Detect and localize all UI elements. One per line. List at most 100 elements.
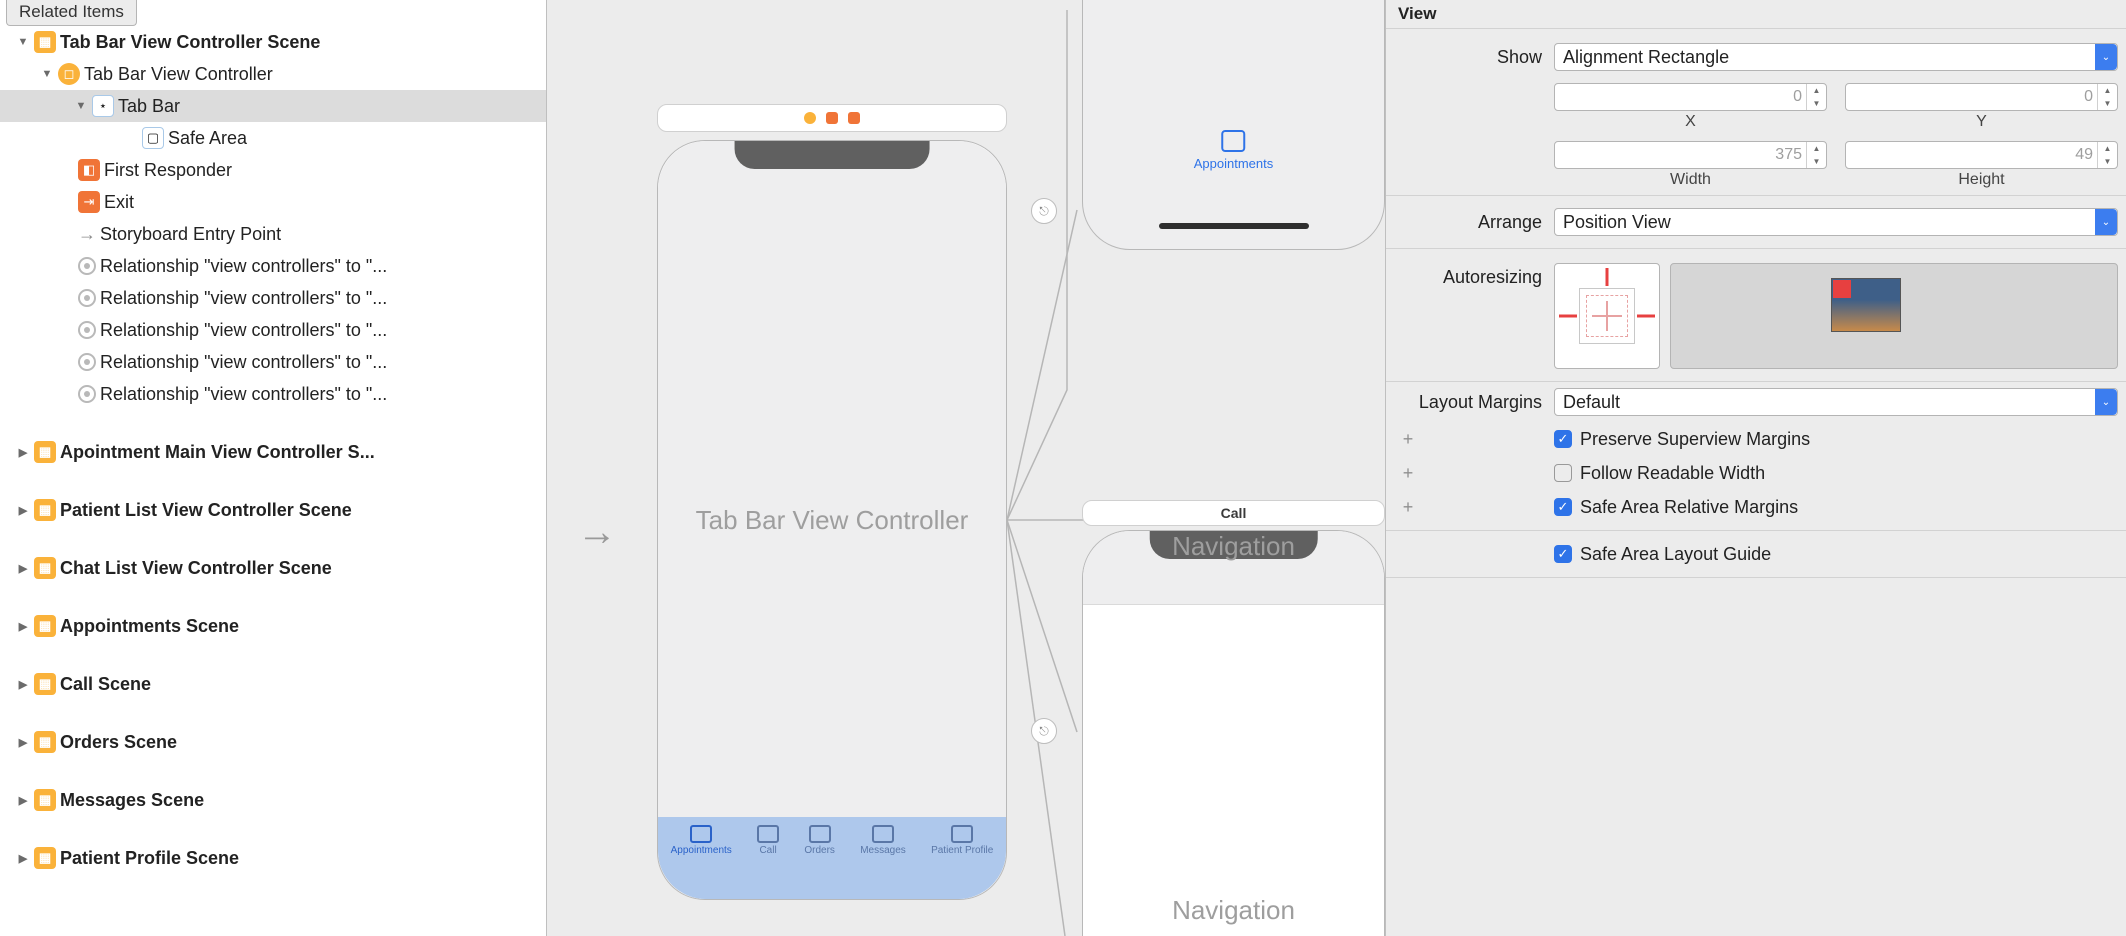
height-field[interactable]: 49▲▼ xyxy=(1845,141,2118,169)
inspector-section-header: View xyxy=(1386,0,2126,29)
stepper[interactable]: ▲▼ xyxy=(2097,142,2117,168)
canvas-appointments-vc[interactable]: Appointments xyxy=(1082,0,1385,250)
tree-entry-point[interactable]: → Storyboard Entry Point xyxy=(0,218,546,250)
y-label: Y xyxy=(1845,111,2118,131)
tree-label: Relationship "view controllers" to "... xyxy=(100,320,387,341)
layout-margins-label: Layout Margins xyxy=(1386,392,1554,413)
arrange-label: Arrange xyxy=(1386,212,1554,233)
arrange-select[interactable]: Position View ⌄ xyxy=(1554,208,2118,236)
chevron-down-icon[interactable] xyxy=(40,67,54,81)
chevron-down-icon[interactable] xyxy=(74,99,88,113)
tree-tabbar[interactable]: ⋆ Tab Bar xyxy=(0,90,546,122)
tree-label: First Responder xyxy=(104,160,232,181)
storyboard-canvas[interactable]: → Tab Bar View Controller Appointments C… xyxy=(547,0,1385,936)
canvas-tabbar-vc[interactable]: Tab Bar View Controller Appointments Cal… xyxy=(657,140,1007,900)
tree-label: Exit xyxy=(104,192,134,213)
scene-tabbar-vc[interactable]: ▦ Tab Bar View Controller Scene xyxy=(0,26,546,58)
chevron-right-icon[interactable] xyxy=(16,561,30,575)
canvas-call-vc[interactable]: Navigation xyxy=(1082,530,1385,936)
storyboard-scene-icon: ▦ xyxy=(34,615,56,637)
height-label: Height xyxy=(1845,169,2118,189)
arrow-right-icon: → xyxy=(78,224,96,245)
canvas-scene-header[interactable] xyxy=(657,104,1007,132)
add-variation-icon[interactable]: + xyxy=(1396,497,1420,518)
follow-readable-width-row[interactable]: + Follow Readable Width xyxy=(1386,456,2126,490)
tree-relationship[interactable]: Relationship "view controllers" to "... xyxy=(0,378,546,410)
chevron-updown-icon: ⌄ xyxy=(2095,209,2117,235)
stepper[interactable]: ▲▼ xyxy=(1806,142,1826,168)
related-items-tab[interactable]: Related Items xyxy=(6,0,137,26)
chevron-right-icon[interactable] xyxy=(16,735,30,749)
add-variation-icon[interactable]: + xyxy=(1396,463,1420,484)
stepper[interactable]: ▲▼ xyxy=(1806,84,1826,110)
preserve-superview-margins-row[interactable]: + ✓ Preserve Superview Margins xyxy=(1386,422,2126,456)
nav-caption: Navigation xyxy=(1083,531,1384,562)
strut-right[interactable] xyxy=(1637,315,1655,318)
entry-arrow-icon: → xyxy=(577,510,617,555)
check-label: Safe Area Relative Margins xyxy=(1580,497,1798,518)
tab-messages[interactable]: Messages xyxy=(860,825,906,856)
chevron-right-icon[interactable] xyxy=(16,445,30,459)
home-indicator xyxy=(1159,223,1309,229)
first-responder-icon: ◧ xyxy=(78,159,100,181)
tree-exit[interactable]: ⇥ Exit xyxy=(0,186,546,218)
x-field[interactable]: 0▲▼ xyxy=(1554,83,1827,111)
tree-vc[interactable]: ◻ Tab Bar View Controller xyxy=(0,58,546,90)
tree-label: Safe Area xyxy=(168,128,247,149)
add-variation-icon[interactable]: + xyxy=(1396,429,1420,450)
scene-appointments[interactable]: ▦Appointments Scene xyxy=(0,610,546,642)
tree-relationship[interactable]: Relationship "view controllers" to "... xyxy=(0,250,546,282)
tab-appointments[interactable]: Appointments xyxy=(671,825,732,856)
scene-messages[interactable]: ▦Messages Scene xyxy=(0,784,546,816)
chevron-right-icon[interactable] xyxy=(16,793,30,807)
scene-label: Tab Bar View Controller Scene xyxy=(60,32,320,53)
scene-appointment-main[interactable]: ▦Apointment Main View Controller S... xyxy=(0,436,546,468)
scene-call[interactable]: ▦Call Scene xyxy=(0,668,546,700)
checkbox-checked-icon[interactable]: ✓ xyxy=(1554,545,1572,563)
safe-area-layout-guide-row[interactable]: ✓ Safe Area Layout Guide xyxy=(1386,537,2126,571)
call-icon xyxy=(757,825,779,843)
tree-first-responder[interactable]: ◧ First Responder xyxy=(0,154,546,186)
tab-patient-profile[interactable]: Patient Profile xyxy=(931,825,993,856)
safe-area-relative-margins-row[interactable]: + ✓ Safe Area Relative Margins xyxy=(1386,490,2126,524)
strut-top[interactable] xyxy=(1606,268,1609,286)
checkbox-unchecked-icon[interactable] xyxy=(1554,464,1572,482)
tree-relationship[interactable]: Relationship "view controllers" to "... xyxy=(0,346,546,378)
scene-orders[interactable]: ▦Orders Scene xyxy=(0,726,546,758)
tree-safearea[interactable]: ▢ Safe Area xyxy=(0,122,546,154)
chevron-right-icon[interactable] xyxy=(16,677,30,691)
canvas-call-header[interactable]: Call xyxy=(1082,500,1385,526)
strut-left[interactable] xyxy=(1559,315,1577,318)
exit-icon: ⇥ xyxy=(78,191,100,213)
show-select[interactable]: Alignment Rectangle ⌄ xyxy=(1554,43,2118,71)
scene-chat-list[interactable]: ▦Chat List View Controller Scene xyxy=(0,552,546,584)
segue-pin[interactable]: ⎋ xyxy=(1031,198,1057,224)
autoresize-inner[interactable] xyxy=(1579,288,1635,344)
autoresizing-control[interactable] xyxy=(1554,263,1660,369)
scene-patient-profile[interactable]: ▦Patient Profile Scene xyxy=(0,842,546,874)
scene-label: Patient List View Controller Scene xyxy=(60,500,352,521)
checkbox-checked-icon[interactable]: ✓ xyxy=(1554,498,1572,516)
chevron-right-icon[interactable] xyxy=(16,503,30,517)
chevron-right-icon[interactable] xyxy=(16,619,30,633)
scene-label: Apointment Main View Controller S... xyxy=(60,442,375,463)
orders-icon xyxy=(809,825,831,843)
chevron-right-icon[interactable] xyxy=(16,851,30,865)
x-label: X xyxy=(1554,111,1827,131)
checkbox-checked-icon[interactable]: ✓ xyxy=(1554,430,1572,448)
scene-tree[interactable]: ▦ Tab Bar View Controller Scene ◻ Tab Ba… xyxy=(0,26,546,936)
tab-call[interactable]: Call xyxy=(757,825,779,856)
width-label: Width xyxy=(1554,169,1827,189)
layout-margins-select[interactable]: Default ⌄ xyxy=(1554,388,2118,416)
canvas-tabbar[interactable]: Appointments Call Orders Messages Patien… xyxy=(658,817,1006,899)
y-field[interactable]: 0▲▼ xyxy=(1845,83,2118,111)
stepper[interactable]: ▲▼ xyxy=(2097,84,2117,110)
segue-pin[interactable]: ⎋ xyxy=(1031,718,1057,744)
tree-relationship[interactable]: Relationship "view controllers" to "... xyxy=(0,282,546,314)
fr-header-icon xyxy=(826,112,838,124)
chevron-down-icon[interactable] xyxy=(16,35,30,49)
width-field[interactable]: 375▲▼ xyxy=(1554,141,1827,169)
scene-patient-list[interactable]: ▦Patient List View Controller Scene xyxy=(0,494,546,526)
tree-relationship[interactable]: Relationship "view controllers" to "... xyxy=(0,314,546,346)
tab-orders[interactable]: Orders xyxy=(804,825,835,856)
